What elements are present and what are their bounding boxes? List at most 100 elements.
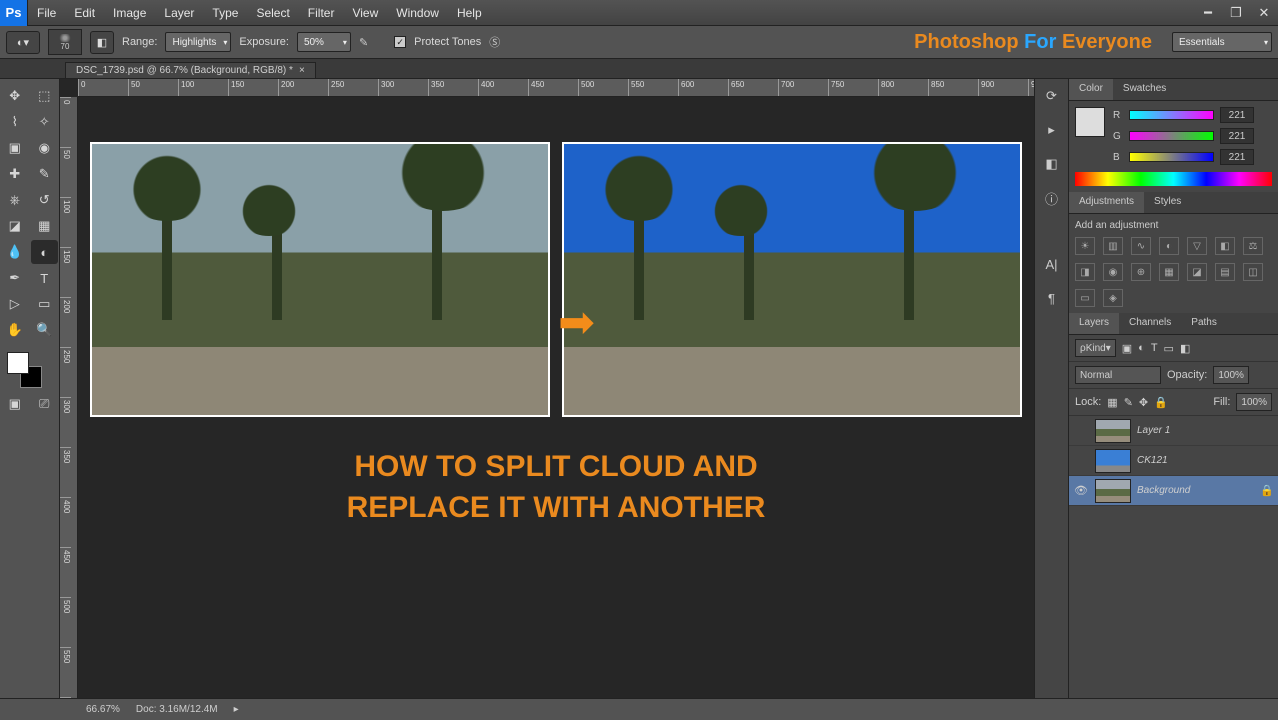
eyedropper-tool-icon[interactable]: ◉	[31, 136, 59, 160]
adj-brightness-icon[interactable]: ☀	[1075, 237, 1095, 255]
menu-filter[interactable]: Filter	[299, 6, 344, 20]
adj-channelmixer-icon[interactable]: ⊕	[1131, 263, 1151, 281]
actions-panel-icon[interactable]: ▸	[1041, 119, 1063, 141]
dodge-tool-icon[interactable]: ◐	[31, 240, 59, 264]
menu-select[interactable]: Select	[247, 6, 298, 20]
screenmode-icon[interactable]: ⎚	[31, 392, 59, 416]
blur-tool-icon[interactable]: 💧	[1, 240, 29, 264]
color-spectrum[interactable]	[1075, 172, 1272, 186]
minimize-button[interactable]: ━	[1194, 0, 1222, 26]
filter-type-icon[interactable]: T	[1151, 342, 1158, 354]
info-panel-icon[interactable]: ⓘ	[1041, 187, 1063, 209]
g-value[interactable]: 221	[1220, 128, 1254, 144]
path-select-icon[interactable]: ▷	[1, 292, 29, 316]
menu-type[interactable]: Type	[203, 6, 247, 20]
layer-thumbnail[interactable]	[1095, 449, 1131, 473]
tab-swatches[interactable]: Swatches	[1113, 79, 1176, 100]
tab-close-icon[interactable]: ×	[299, 65, 305, 76]
protect-tones-checkbox[interactable]: ✓	[394, 36, 406, 48]
brush-preset-picker[interactable]: 70	[48, 29, 82, 55]
brush-tool-icon[interactable]: ✎	[31, 162, 59, 186]
status-menu-icon[interactable]: ▸	[234, 704, 239, 715]
adj-bw-icon[interactable]: ◨	[1075, 263, 1095, 281]
blend-mode-select[interactable]: Normal	[1075, 366, 1161, 384]
b-value[interactable]: 221	[1220, 149, 1254, 165]
type-tool-icon[interactable]: T	[31, 266, 59, 290]
adj-colorbalance-icon[interactable]: ⚖	[1243, 237, 1263, 255]
fg-bg-swatch[interactable]	[7, 352, 47, 388]
history-panel-icon[interactable]: ⟳	[1041, 85, 1063, 107]
pressure-icon[interactable]: Ⓢ	[489, 34, 500, 50]
healing-tool-icon[interactable]: ✚	[1, 162, 29, 186]
menu-layer[interactable]: Layer	[155, 6, 203, 20]
brush-settings-button[interactable]: ◧	[90, 31, 114, 54]
eraser-tool-icon[interactable]: ◪	[1, 214, 29, 238]
tab-paths[interactable]: Paths	[1181, 313, 1227, 334]
fg-color-swatch[interactable]	[7, 352, 29, 374]
history-brush-icon[interactable]: ↺	[31, 188, 59, 212]
menu-image[interactable]: Image	[104, 6, 155, 20]
tab-styles[interactable]: Styles	[1144, 192, 1191, 213]
adj-hue-icon[interactable]: ◧	[1215, 237, 1235, 255]
tab-adjustments[interactable]: Adjustments	[1069, 192, 1144, 213]
tab-channels[interactable]: Channels	[1119, 313, 1181, 334]
quickmask-icon[interactable]: ▣	[1, 392, 29, 416]
range-select[interactable]: Highlights	[165, 32, 231, 52]
tab-layers[interactable]: Layers	[1069, 313, 1119, 334]
menu-help[interactable]: Help	[448, 6, 491, 20]
filter-adjust-icon[interactable]: ◐	[1138, 342, 1145, 354]
adj-selective-icon[interactable]: ◈	[1103, 289, 1123, 307]
stamp-tool-icon[interactable]: ⎈	[1, 188, 29, 212]
fill-value[interactable]: 100%	[1236, 393, 1272, 411]
menu-view[interactable]: View	[343, 6, 387, 20]
menu-edit[interactable]: Edit	[65, 6, 104, 20]
layer-row[interactable]: CK121	[1069, 446, 1278, 476]
filter-smart-icon[interactable]: ◧	[1180, 342, 1190, 355]
visibility-icon[interactable]: 👁	[1073, 484, 1089, 497]
layer-kind-select[interactable]: ρ Kind ▾	[1075, 339, 1116, 357]
workspace-select[interactable]: Essentials	[1172, 32, 1272, 52]
character-panel-icon[interactable]: A|	[1041, 253, 1063, 275]
hand-tool-icon[interactable]: ✋	[1, 318, 29, 342]
marquee-tool-icon[interactable]: ⬚	[31, 84, 59, 108]
lock-pixels-icon[interactable]: ✎	[1124, 396, 1133, 409]
crop-tool-icon[interactable]: ▣	[1, 136, 29, 160]
properties-panel-icon[interactable]: ◧	[1041, 153, 1063, 175]
document-canvas[interactable]: ➡ HOW TO SPLIT CLOUD AND REPLACE IT WITH…	[78, 97, 1034, 698]
adj-exposure-icon[interactable]: ◐	[1159, 237, 1179, 255]
close-button[interactable]: ✕	[1250, 0, 1278, 26]
airbrush-icon[interactable]: ✎	[359, 36, 368, 49]
layer-thumbnail[interactable]	[1095, 419, 1131, 443]
color-swatch-preview[interactable]	[1075, 107, 1105, 137]
filter-image-icon[interactable]: ▣	[1122, 342, 1132, 355]
document-tab[interactable]: DSC_1739.psd @ 66.7% (Background, RGB/8)…	[65, 62, 316, 78]
zoom-tool-icon[interactable]: 🔍	[31, 318, 59, 342]
exposure-select[interactable]: 50%	[297, 32, 351, 52]
layer-row[interactable]: 👁Background🔒	[1069, 476, 1278, 506]
move-tool-icon[interactable]: ✥	[1, 84, 29, 108]
b-slider[interactable]	[1129, 152, 1214, 162]
current-tool-icon[interactable]: ◐▾	[6, 31, 40, 54]
adj-curves-icon[interactable]: ∿	[1131, 237, 1151, 255]
adj-invert-icon[interactable]: ◪	[1187, 263, 1207, 281]
adj-colorlookup-icon[interactable]: ▦	[1159, 263, 1179, 281]
maximize-button[interactable]: ❐	[1222, 0, 1250, 26]
adj-gradientmap-icon[interactable]: ▭	[1075, 289, 1095, 307]
adj-photofilter-icon[interactable]: ◉	[1103, 263, 1123, 281]
wand-tool-icon[interactable]: ✧	[31, 110, 59, 134]
adj-posterize-icon[interactable]: ▤	[1215, 263, 1235, 281]
adj-threshold-icon[interactable]: ◫	[1243, 263, 1263, 281]
adj-levels-icon[interactable]: ▥	[1103, 237, 1123, 255]
filter-shape-icon[interactable]: ▭	[1164, 342, 1174, 355]
lasso-tool-icon[interactable]: ⌇	[1, 110, 29, 134]
doc-size[interactable]: Doc: 3.16M/12.4M	[136, 704, 218, 715]
r-value[interactable]: 221	[1220, 107, 1254, 123]
tab-color[interactable]: Color	[1069, 79, 1113, 100]
g-slider[interactable]	[1129, 131, 1214, 141]
paragraph-panel-icon[interactable]: ¶	[1041, 287, 1063, 309]
lock-transparent-icon[interactable]: ▦	[1107, 396, 1117, 409]
shape-tool-icon[interactable]: ▭	[31, 292, 59, 316]
lock-all-icon[interactable]: 🔒	[1154, 396, 1168, 409]
opacity-value[interactable]: 100%	[1213, 366, 1249, 384]
gradient-tool-icon[interactable]: ▦	[31, 214, 59, 238]
